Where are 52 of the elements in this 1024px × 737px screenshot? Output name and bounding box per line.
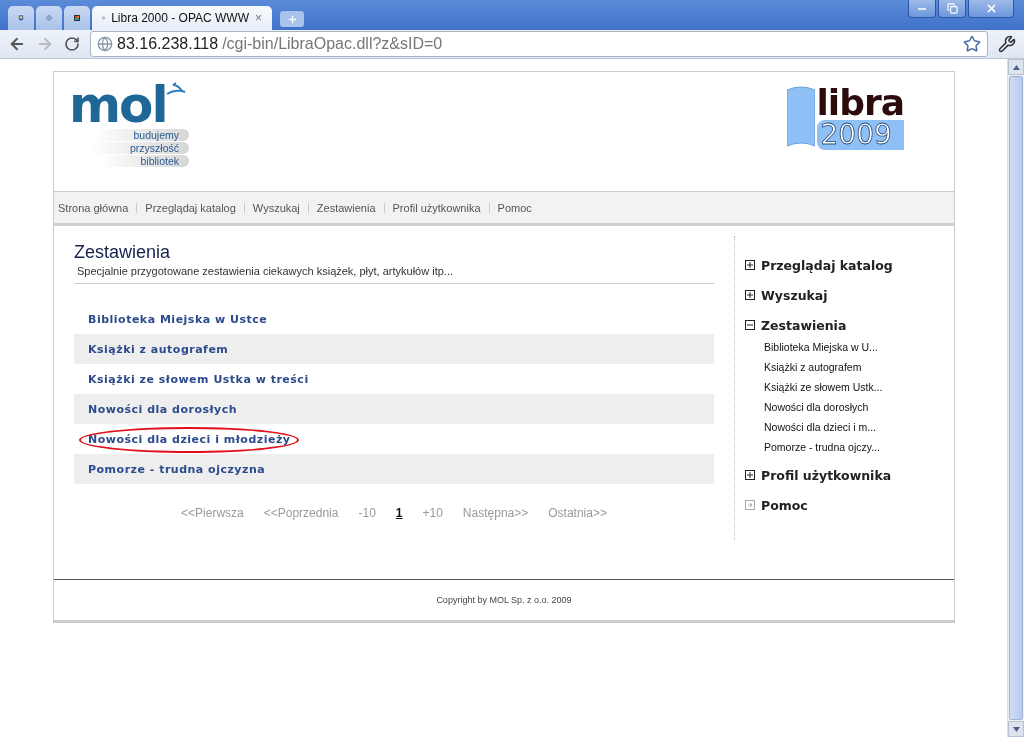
minus-box-icon[interactable] bbox=[745, 320, 755, 330]
close-icon bbox=[984, 2, 998, 15]
bookmark-star-icon[interactable] bbox=[963, 35, 981, 53]
back-button[interactable] bbox=[8, 35, 26, 53]
nav-link[interactable]: Przeglądaj katalog bbox=[145, 201, 236, 214]
copyright-text: Copyright by MOL Sp. z o.o. 2009 bbox=[436, 595, 572, 605]
sidebar-item[interactable]: Nowości dla dzieci i m... bbox=[745, 420, 945, 440]
browser-tab[interactable]: Libra 2000 - OPAC WWW × bbox=[92, 6, 272, 30]
sidebar-item[interactable]: Pomorze - trudna ojczy... bbox=[745, 440, 945, 460]
list-link[interactable]: Książki ze słowem Ustka w treści bbox=[88, 372, 309, 386]
list-link[interactable]: Pomorze - trudna ojczyzna bbox=[88, 462, 266, 476]
scroll-down-icon[interactable] bbox=[1012, 726, 1020, 732]
book-icon bbox=[786, 86, 815, 150]
sidebar-section[interactable]: Wyszukaj bbox=[761, 287, 828, 303]
list-link[interactable]: Książki z autografem bbox=[88, 342, 229, 356]
sidebar-section[interactable]: Przeglądaj katalog bbox=[761, 257, 893, 273]
minimize-button[interactable] bbox=[908, 0, 936, 18]
sidebar-section[interactable]: Profil użytkownika bbox=[761, 467, 892, 483]
close-button[interactable] bbox=[968, 0, 1014, 18]
logo-text: mol bbox=[69, 82, 167, 128]
logo-year: 2009 bbox=[816, 120, 904, 150]
sidebar-section[interactable]: Zestawienia bbox=[761, 317, 847, 333]
browser-tab[interactable] bbox=[64, 6, 90, 30]
list-link[interactable]: Nowości dla dzieci i młodzieży bbox=[88, 432, 291, 446]
page-link[interactable]: 1 bbox=[395, 506, 403, 520]
page-title: Zestawienia bbox=[74, 242, 172, 263]
close-tab-button[interactable]: × bbox=[255, 11, 262, 25]
scrollbar[interactable] bbox=[1007, 59, 1024, 737]
nav-link[interactable]: Wyszukaj bbox=[252, 201, 300, 214]
sidebar-item[interactable]: Nowości dla dorosłych bbox=[745, 400, 945, 420]
plus-box-icon[interactable] bbox=[745, 470, 755, 480]
sidebar-item[interactable]: Biblioteka Miejska w U... bbox=[745, 340, 945, 360]
sidebar-item[interactable]: Książki z autografem bbox=[745, 360, 945, 380]
plus-box-icon[interactable] bbox=[745, 290, 755, 300]
restore-icon bbox=[946, 3, 958, 14]
nav-link[interactable]: Profil użytkownika bbox=[392, 201, 481, 214]
restore-button[interactable] bbox=[938, 0, 966, 18]
page-subtitle: Specjalnie przygotowane zestawienia ciekawych książek, płyt, artykułów itp... bbox=[74, 263, 714, 284]
nav-link[interactable]: Pomoc bbox=[497, 201, 532, 214]
plus-box-icon[interactable] bbox=[745, 260, 755, 270]
list-link[interactable]: Nowości dla dorosłych bbox=[88, 402, 238, 416]
logo-text: libra bbox=[816, 86, 904, 120]
sidebar-item[interactable]: Książki ze słowem Ustk... bbox=[745, 380, 945, 400]
plus-icon bbox=[286, 13, 298, 25]
nav-link[interactable]: Zestawienia bbox=[316, 201, 376, 214]
scroll-up-icon[interactable] bbox=[1012, 64, 1020, 70]
reload-button[interactable] bbox=[64, 36, 80, 52]
wrench-icon[interactable] bbox=[998, 35, 1016, 53]
nav-link[interactable]: Strona główna bbox=[58, 201, 129, 214]
address-bar[interactable]: 83.16.238.118 /cgi-bin/LibraOpac.dll?z&sID=0 bbox=[90, 31, 988, 57]
tab-title: Libra 2000 - OPAC WWW bbox=[111, 11, 249, 25]
list-link[interactable]: Biblioteka Miejska w Ustce bbox=[88, 312, 268, 326]
